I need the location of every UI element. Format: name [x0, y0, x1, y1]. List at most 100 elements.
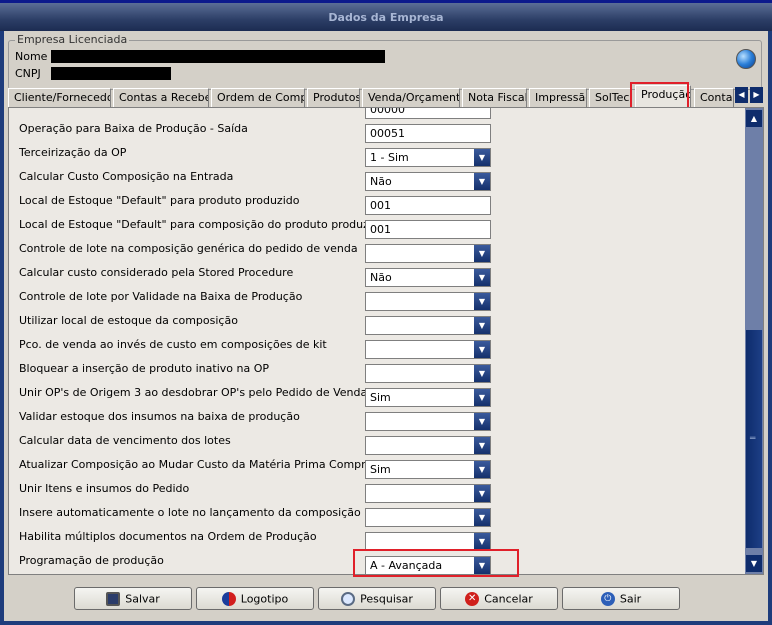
row-combo[interactable]: ▼ — [365, 508, 491, 527]
chevron-down-icon[interactable]: ▼ — [474, 269, 490, 286]
field-value: 001 — [370, 223, 391, 236]
cancel-button-label: Cancelar — [484, 592, 533, 606]
chevron-down-icon[interactable]: ▼ — [474, 293, 490, 310]
cnpj-value-redacted — [51, 67, 171, 80]
logotipo-button-label: Logotipo — [240, 592, 289, 606]
chevron-down-icon[interactable]: ▼ — [474, 437, 490, 454]
cnpj-label: CNPJ — [15, 67, 41, 80]
partial-field-value: 00000 — [370, 108, 405, 116]
tab-scroll-right-icon[interactable]: ▶ — [750, 87, 763, 103]
row-combo[interactable]: Sim ▼ — [365, 460, 491, 479]
row-label: Unir OP's de Origem 3 ao desdobrar OP's … — [19, 386, 373, 399]
row-label: Validar estoque dos insumos na baixa de … — [19, 410, 300, 423]
cancel-button[interactable]: ✕ Cancelar — [440, 587, 558, 610]
row-combo[interactable]: ▼ — [365, 244, 491, 263]
tab-scroll-left-icon[interactable]: ◀ — [735, 87, 748, 103]
tab-ordem-de-compra[interactable]: Ordem de Compra — [211, 88, 305, 107]
row-combo[interactable]: ▼ — [365, 364, 491, 383]
search-button-label: Pesquisar — [360, 592, 413, 606]
chevron-down-icon[interactable]: ▼ — [474, 485, 490, 502]
row-label: Bloquear a inserção de produto inativo n… — [19, 362, 269, 375]
exit-button[interactable]: ⏻ Sair — [562, 587, 680, 610]
settings-panel: 00000 Operação para Baixa de Produção - … — [8, 107, 764, 577]
chevron-down-icon[interactable]: ▼ — [474, 317, 490, 334]
tab-soltec[interactable]: SolTec — [589, 88, 632, 107]
save-button-label: Salvar — [125, 592, 160, 606]
window-title: Dados da Empresa — [328, 11, 444, 24]
name-label: Nome — [15, 50, 48, 63]
scroll-down-icon[interactable]: ▼ — [746, 555, 762, 572]
row-label: Utilizar local de estoque da composição — [19, 314, 238, 327]
row-combo[interactable]: ▼ — [365, 412, 491, 431]
combo-value: Sim — [370, 463, 391, 476]
chevron-down-icon[interactable]: ▼ — [474, 533, 490, 550]
logotipo-button[interactable]: Logotipo — [196, 587, 314, 610]
tab-cliente-fornecedor[interactable]: Cliente/Fornecedor — [8, 88, 111, 107]
row-combo[interactable]: ▼ — [365, 436, 491, 455]
tab-nota-fiscal[interactable]: Nota Fiscal — [462, 88, 527, 107]
title-bar: Dados da Empresa — [0, 0, 772, 31]
row-label: Atualizar Composição ao Mudar Custo da M… — [19, 458, 387, 471]
tab-produtos[interactable]: Produtos — [307, 88, 360, 107]
row-text-field[interactable]: 001 — [365, 196, 491, 215]
chevron-down-icon[interactable]: ▼ — [474, 461, 490, 478]
tab-venda-orcamento[interactable]: Venda/Orçamento — [362, 88, 460, 107]
field-value: 001 — [370, 199, 391, 212]
chevron-down-icon[interactable]: ▼ — [474, 149, 490, 166]
chevron-down-icon[interactable]: ▼ — [474, 389, 490, 406]
row-combo[interactable]: ▼ — [365, 316, 491, 335]
tab-impressao[interactable]: Impressão — [529, 88, 587, 107]
row-combo[interactable]: ▼ — [365, 292, 491, 311]
combo-value: 1 - Sim — [370, 151, 409, 164]
tab-contab[interactable]: Contab — [694, 88, 734, 107]
row-label: Controle de lote na composição genérica … — [19, 242, 358, 255]
save-button[interactable]: Salvar — [74, 587, 192, 610]
row-label: Controle de lote por Validade na Baixa d… — [19, 290, 303, 303]
settings-viewport: 00000 Operação para Baixa de Produção - … — [9, 108, 741, 574]
row-text-field[interactable]: 001 — [365, 220, 491, 239]
vertical-scrollbar[interactable]: ═ ▲ ▼ — [745, 108, 763, 574]
row-label: Local de Estoque "Default" para composiç… — [19, 218, 386, 231]
partial-text-field[interactable]: 00000 — [365, 108, 491, 119]
combo-value: Sim — [370, 391, 391, 404]
row-label: Insere automaticamente o lote no lançame… — [19, 506, 361, 519]
row-label: Calcular data de vencimento dos lotes — [19, 434, 231, 447]
row-label: Local de Estoque "Default" para produto … — [19, 194, 300, 207]
grip-icon: ═ — [750, 434, 756, 444]
row-label: Unir Itens e insumos do Pedido — [19, 482, 190, 495]
power-icon: ⏻ — [600, 592, 615, 606]
row-combo[interactable]: 1 - Sim ▼ — [365, 148, 491, 167]
row-text-field[interactable]: 00051 — [365, 124, 491, 143]
floppy-disk-icon — [106, 592, 121, 606]
company-legend: Empresa Licenciada — [15, 33, 130, 46]
chevron-down-icon[interactable]: ▼ — [474, 341, 490, 358]
row-label: Calcular Custo Composição na Entrada — [19, 170, 234, 183]
scrollbar-thumb[interactable]: ═ — [746, 330, 762, 548]
search-button[interactable]: Pesquisar — [318, 587, 436, 610]
field-highlight — [353, 549, 519, 577]
row-combo[interactable]: Não ▼ — [365, 172, 491, 191]
row-combo[interactable]: ▼ — [365, 340, 491, 359]
row-label: Pco. de venda ao invés de custo em compo… — [19, 338, 327, 351]
chevron-down-icon[interactable]: ▼ — [474, 413, 490, 430]
field-value: 00051 — [370, 127, 405, 140]
window-client: Empresa Licenciada Nome CNPJ Cliente/For… — [4, 31, 768, 621]
row-combo[interactable]: ▼ — [365, 484, 491, 503]
combo-value: Não — [370, 175, 392, 188]
chevron-down-icon[interactable]: ▼ — [474, 173, 490, 190]
tab-highlight — [630, 82, 689, 110]
exit-button-label: Sair — [619, 592, 642, 606]
chevron-down-icon[interactable]: ▼ — [474, 509, 490, 526]
row-combo[interactable]: Não ▼ — [365, 268, 491, 287]
globe-icon[interactable] — [736, 49, 756, 69]
chevron-down-icon[interactable]: ▼ — [474, 245, 490, 262]
scroll-up-icon[interactable]: ▲ — [746, 110, 762, 127]
row-combo[interactable]: Sim ▼ — [365, 388, 491, 407]
magnifier-icon — [341, 592, 356, 606]
tab-contas-a-receber[interactable]: Contas a Receber — [113, 88, 209, 107]
chevron-down-icon[interactable]: ▼ — [474, 365, 490, 382]
combo-value: Não — [370, 271, 392, 284]
row-label: Programação de produção — [19, 554, 164, 567]
logo-icon — [221, 592, 236, 606]
row-label: Habilita múltiplos documentos na Ordem d… — [19, 530, 317, 543]
